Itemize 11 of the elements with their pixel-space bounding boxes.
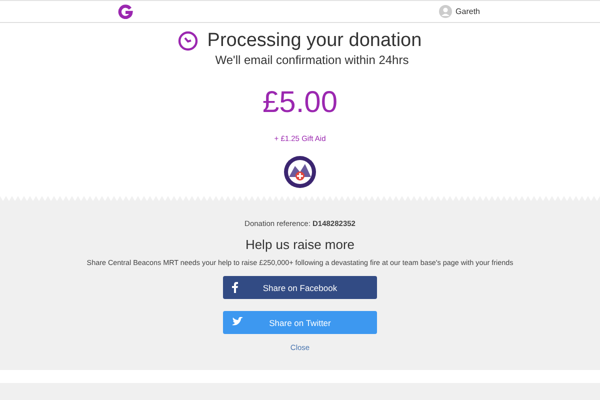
clock-icon — [178, 31, 198, 51]
page-title: Processing your donation — [207, 30, 422, 52]
facebook-share-button[interactable]: Share on Facebook — [223, 276, 377, 299]
bird-icon — [232, 317, 243, 326]
share-heading: Help us raise more — [245, 237, 355, 252]
donation-amount: £5.00 — [262, 86, 338, 120]
logo-icon[interactable] — [118, 4, 133, 19]
user-name[interactable]: Gareth — [456, 7, 480, 16]
facebook-icon — [232, 282, 238, 293]
confirmation-text: We'll email confirmation within 24hrs — [215, 53, 409, 67]
charity-logo-drawing — [283, 155, 317, 189]
